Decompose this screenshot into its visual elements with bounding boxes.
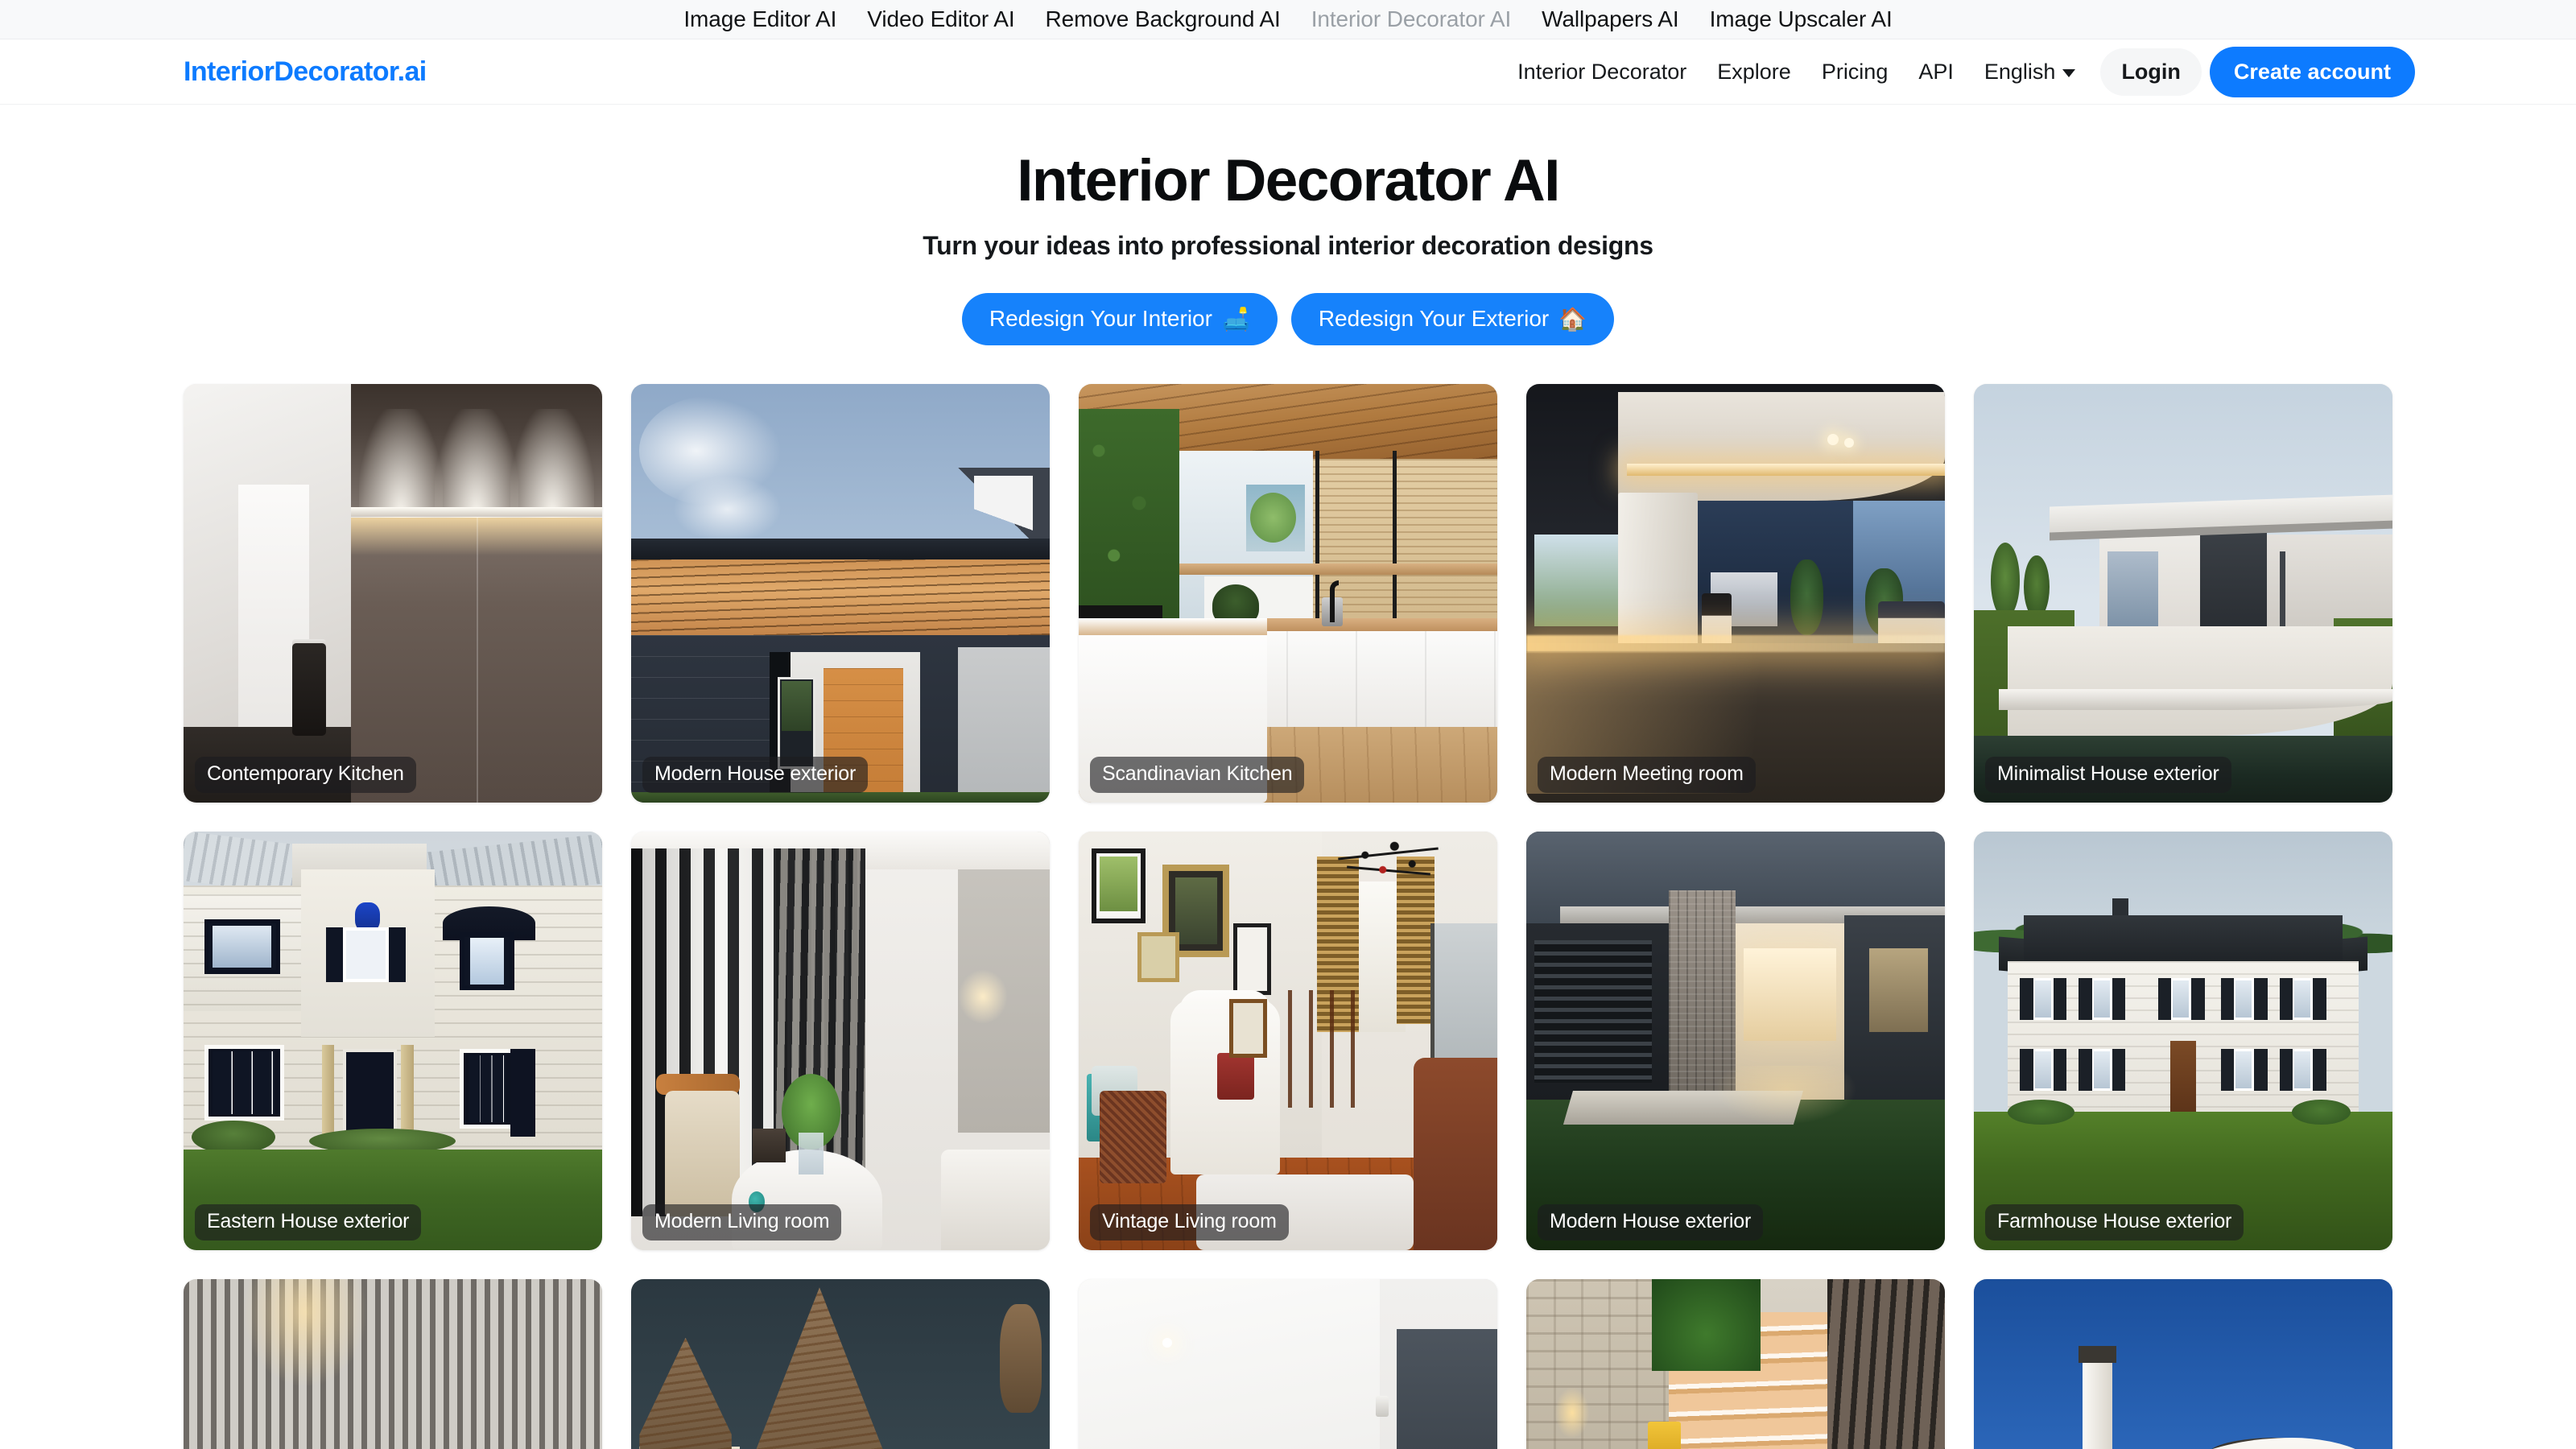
gallery-image	[1079, 383, 1497, 803]
gallery-card[interactable]	[1974, 1278, 2392, 1449]
gallery-image	[184, 383, 602, 803]
gallery-card[interactable]	[1079, 1278, 1497, 1449]
gallery-caption: Modern House exterior	[1538, 1203, 1764, 1241]
gallery-caption: Modern House exterior	[642, 756, 869, 793]
top-utility-bar: Image Editor AI Video Editor AI Remove B…	[0, 0, 2576, 39]
gallery-card[interactable]: Minimalist House exterior	[1974, 383, 2392, 803]
gallery-card[interactable]: Contemporary Kitchen	[184, 383, 602, 803]
topbar-link-remove-background-ai[interactable]: Remove Background AI	[1046, 6, 1281, 32]
nav-item-explore[interactable]: Explore	[1702, 60, 1806, 85]
gallery-card[interactable]: Modern House exterior	[1526, 831, 1945, 1250]
topbar-link-wallpapers-ai[interactable]: Wallpapers AI	[1542, 6, 1679, 32]
gallery-image	[1526, 1278, 1945, 1449]
redesign-exterior-label: Redesign Your Exterior	[1318, 306, 1550, 332]
topbar-link-interior-decorator-ai[interactable]: Interior Decorator AI	[1311, 6, 1512, 32]
gallery-image	[631, 831, 1050, 1250]
gallery-caption: Contemporary Kitchen	[195, 756, 416, 793]
login-button[interactable]: Login	[2100, 47, 2202, 96]
gallery-image	[184, 831, 602, 1250]
topbar-link-image-editor-ai[interactable]: Image Editor AI	[683, 6, 836, 32]
gallery-image	[631, 383, 1050, 803]
gallery-caption: Vintage Living room	[1090, 1203, 1289, 1241]
gallery-card[interactable]	[1526, 1278, 1945, 1449]
gallery-grid: Contemporary Kitchen Modern House exteri…	[184, 383, 2392, 1449]
gallery-image	[1974, 383, 2392, 803]
gallery-image	[1526, 831, 1945, 1250]
site-logo[interactable]: InteriorDecorator.ai	[184, 56, 427, 88]
gallery-card[interactable]	[184, 1278, 602, 1449]
site-header: InteriorDecorator.ai Interior Decorator …	[0, 39, 2576, 105]
chevron-down-icon	[2062, 69, 2076, 77]
gallery-caption: Minimalist House exterior	[1985, 756, 2231, 793]
create-account-button[interactable]: Create account	[2209, 46, 2415, 97]
nav-item-pricing[interactable]: Pricing	[1806, 60, 1904, 85]
topbar-link-image-upscaler-ai[interactable]: Image Upscaler AI	[1710, 6, 1893, 32]
gallery-card[interactable]: Vintage Living room	[1079, 831, 1497, 1250]
nav-item-api[interactable]: API	[1903, 60, 1969, 85]
nav-item-interior-decorator[interactable]: Interior Decorator	[1502, 60, 1702, 85]
gallery-image	[631, 1278, 1050, 1449]
gallery-card[interactable]: Modern Meeting room	[1526, 383, 1945, 803]
hero-cta-row: Redesign Your Interior 🛋️ Redesign Your …	[0, 292, 2576, 345]
redesign-exterior-button[interactable]: Redesign Your Exterior 🏠	[1290, 292, 1615, 345]
gallery-card[interactable]: Modern Living room	[631, 831, 1050, 1250]
gallery-image	[1079, 1278, 1497, 1449]
gallery-caption: Eastern House exterior	[195, 1203, 422, 1241]
redesign-interior-button[interactable]: Redesign Your Interior 🛋️	[961, 292, 1278, 345]
language-selector[interactable]: English	[1969, 60, 2091, 85]
main-nav: Interior Decorator Explore Pricing API E…	[1502, 46, 2415, 97]
gallery-image	[1974, 831, 2392, 1250]
gallery-caption: Scandinavian Kitchen	[1090, 756, 1305, 793]
gallery-image	[1079, 831, 1497, 1250]
gallery-caption: Modern Meeting room	[1538, 756, 1756, 793]
language-label: English	[1984, 59, 2056, 84]
gallery-image	[1526, 383, 1945, 803]
hero-section: Interior Decorator AI Turn your ideas in…	[0, 105, 2576, 345]
gallery-caption: Farmhouse House exterior	[1985, 1203, 2244, 1241]
gallery-card[interactable]: Modern House exterior	[631, 383, 1050, 803]
gallery-card[interactable]	[631, 1278, 1050, 1449]
gallery-image	[184, 1278, 602, 1449]
gallery-card[interactable]: Farmhouse House exterior	[1974, 831, 2392, 1250]
gallery-card[interactable]: Eastern House exterior	[184, 831, 602, 1250]
redesign-interior-label: Redesign Your Interior	[989, 306, 1212, 332]
hero-subtitle: Turn your ideas into professional interi…	[923, 230, 1653, 260]
gallery-caption: Modern Living room	[642, 1203, 842, 1241]
gallery-image	[1974, 1278, 2392, 1449]
house-icon: 🏠	[1558, 306, 1587, 332]
gallery-card[interactable]: Scandinavian Kitchen	[1079, 383, 1497, 803]
page-title: Interior Decorator AI	[1017, 148, 1560, 213]
topbar-link-video-editor-ai[interactable]: Video Editor AI	[867, 6, 1014, 32]
couch-icon: 🛋️	[1221, 306, 1250, 332]
